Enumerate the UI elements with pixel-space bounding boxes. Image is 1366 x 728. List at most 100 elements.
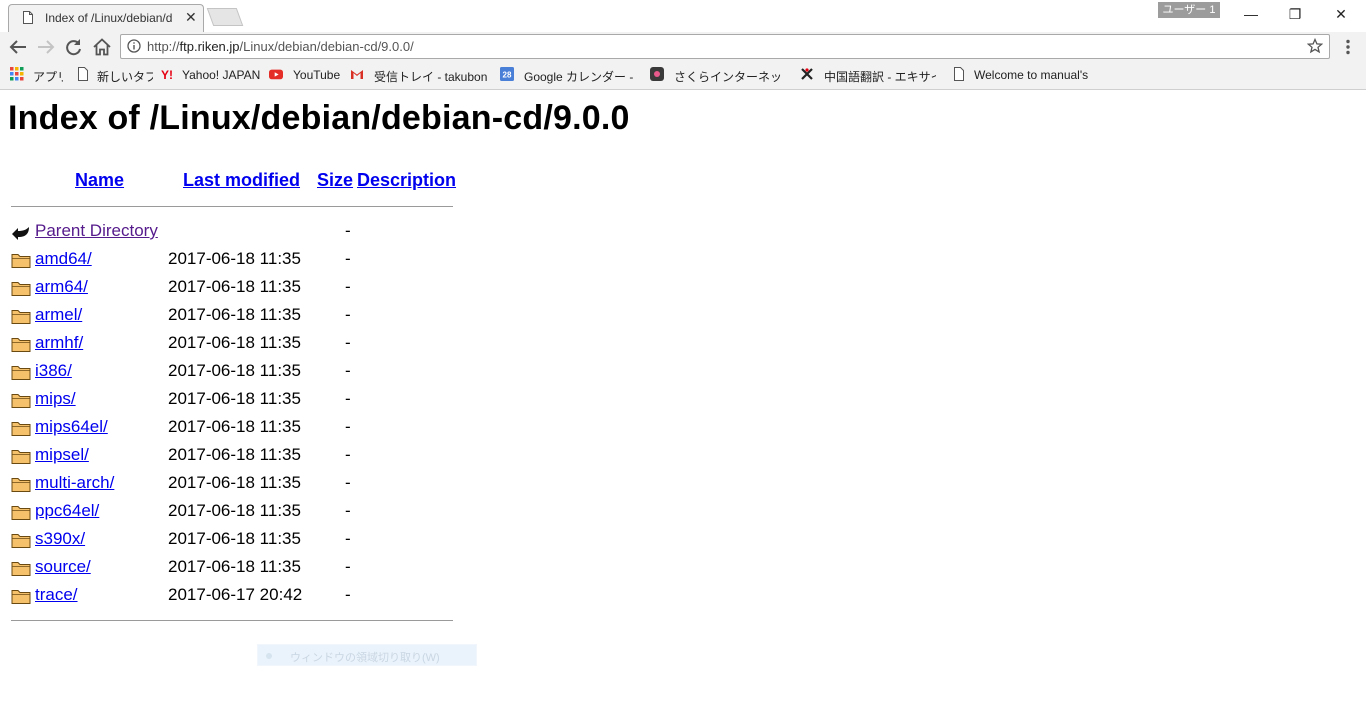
table-row: armhf/2017-06-18 11:35 - bbox=[0, 332, 460, 356]
table-row: s390x/2017-06-18 11:35 - bbox=[0, 528, 460, 552]
yahoo-icon: Y! bbox=[161, 68, 173, 81]
entry-last-modified: 2017-06-18 11:35 bbox=[168, 249, 301, 268]
column-description-header[interactable]: Description bbox=[357, 170, 456, 191]
folder-icon bbox=[11, 335, 31, 353]
entry-size: - bbox=[345, 585, 351, 604]
entry-link[interactable]: source/ bbox=[35, 557, 91, 577]
entry-last-modified: 2017-06-18 11:35 bbox=[168, 389, 301, 408]
column-name-header[interactable]: Name bbox=[75, 170, 124, 191]
divider bbox=[11, 620, 453, 621]
entry-link[interactable]: s390x/ bbox=[35, 529, 85, 549]
bookmark-manual[interactable]: Welcome to manual's bbox=[974, 68, 1088, 82]
table-row: amd64/2017-06-18 11:35 - bbox=[0, 248, 460, 272]
forward-icon[interactable] bbox=[34, 36, 58, 58]
entry-size: - bbox=[345, 277, 351, 296]
table-row: mipsel/2017-06-18 11:35 - bbox=[0, 444, 460, 468]
entry-link[interactable]: armel/ bbox=[35, 305, 82, 325]
excite-icon bbox=[801, 68, 813, 80]
bookmarks-bar: アプリ 新しいタブ Y! Yahoo! JAPAN YouTube 受信トレイ … bbox=[0, 62, 1366, 90]
table-row: armel/2017-06-18 11:35 - bbox=[0, 304, 460, 328]
folder-icon bbox=[11, 587, 31, 605]
minimize-button[interactable]: — bbox=[1228, 4, 1274, 24]
table-row: mips64el/2017-06-18 11:35 - bbox=[0, 416, 460, 440]
gmail-icon bbox=[351, 70, 363, 79]
profile-button[interactable]: ユーザー 1 bbox=[1158, 2, 1220, 18]
bookmark-apps[interactable]: アプリ bbox=[33, 68, 63, 85]
folder-icon bbox=[11, 559, 31, 577]
tab-close-icon[interactable]: ✕ bbox=[185, 9, 197, 25]
url-scheme: http:// bbox=[147, 39, 180, 54]
bookmark-excite[interactable]: 中国語翻訳 - エキサイト bbox=[824, 68, 936, 85]
entry-last-modified: 2017-06-17 20:42 bbox=[168, 585, 303, 604]
entry-link[interactable]: mipsel/ bbox=[35, 445, 89, 465]
page-title: Index of /Linux/debian/debian-cd/9.0.0 bbox=[8, 99, 630, 137]
bookmark-yahoo[interactable]: Yahoo! JAPAN bbox=[182, 68, 262, 82]
snip-tooltip: ウィンドウの領域切り取り(W) bbox=[257, 644, 477, 666]
table-row: i386/2017-06-18 11:35 - bbox=[0, 360, 460, 384]
entry-link[interactable]: armhf/ bbox=[35, 333, 83, 353]
entry-size: - bbox=[345, 249, 351, 268]
youtube-icon bbox=[269, 69, 283, 80]
bookmark-calendar[interactable]: Google カレンダー - 20 bbox=[524, 68, 634, 85]
entry-link[interactable]: multi-arch/ bbox=[35, 473, 114, 493]
entry-last-modified: 2017-06-18 11:35 bbox=[168, 501, 301, 520]
bookmark-star-icon[interactable] bbox=[1307, 38, 1323, 54]
bookmark-youtube[interactable]: YouTube bbox=[293, 68, 341, 82]
entry-link[interactable]: Parent Directory bbox=[35, 221, 158, 241]
entry-last-modified: 2017-06-18 11:35 bbox=[168, 277, 301, 296]
entry-link[interactable]: ppc64el/ bbox=[35, 501, 99, 521]
entry-last-modified: 2017-06-18 11:35 bbox=[168, 445, 301, 464]
folder-icon bbox=[11, 447, 31, 465]
sakura-icon bbox=[650, 67, 664, 81]
folder-icon bbox=[11, 307, 31, 325]
snip-dot-icon bbox=[266, 653, 272, 659]
apps-grid-icon bbox=[10, 67, 24, 81]
entry-last-modified: 2017-06-18 11:35 bbox=[168, 333, 301, 352]
browser-tab[interactable]: Index of /Linux/debian/d ✕ bbox=[8, 4, 204, 32]
info-icon[interactable] bbox=[127, 39, 141, 53]
entry-last-modified: 2017-06-18 11:35 bbox=[168, 473, 301, 492]
new-tab-button[interactable] bbox=[206, 8, 244, 26]
calendar-icon: 28 bbox=[500, 67, 514, 81]
title-bar: Index of /Linux/debian/d ✕ ユーザー 1 — ❐ ✕ bbox=[0, 0, 1366, 32]
tab-title: Index of /Linux/debian/d bbox=[45, 11, 173, 25]
toolbar: http://ftp.riken.jp/Linux/debian/debian-… bbox=[0, 32, 1366, 62]
entry-size: - bbox=[345, 529, 351, 548]
url-text[interactable]: http://ftp.riken.jp/Linux/debian/debian-… bbox=[147, 39, 414, 54]
column-last-modified-header[interactable]: Last modified bbox=[183, 170, 300, 191]
address-bar[interactable]: http://ftp.riken.jp/Linux/debian/debian-… bbox=[120, 34, 1330, 59]
bookmark-gmail[interactable]: 受信トレイ - takubonia bbox=[374, 68, 487, 85]
back-icon[interactable] bbox=[6, 36, 30, 58]
home-icon[interactable] bbox=[90, 36, 114, 58]
entry-size: - bbox=[345, 417, 351, 436]
divider bbox=[11, 206, 453, 207]
table-row: mips/2017-06-18 11:35 - bbox=[0, 388, 460, 412]
reload-icon[interactable] bbox=[62, 36, 86, 58]
menu-kebab-icon[interactable] bbox=[1340, 38, 1356, 56]
entry-link[interactable]: mips/ bbox=[35, 389, 76, 409]
bookmark-new-tab[interactable]: 新しいタブ bbox=[97, 68, 153, 85]
table-row: multi-arch/2017-06-18 11:35 - bbox=[0, 472, 460, 496]
bookmark-sakura[interactable]: さくらインターネットサーバ bbox=[674, 68, 786, 85]
close-window-button[interactable]: ✕ bbox=[1318, 4, 1364, 24]
entry-size: - bbox=[345, 557, 351, 576]
entry-link[interactable]: mips64el/ bbox=[35, 417, 108, 437]
entry-link[interactable]: trace/ bbox=[35, 585, 78, 605]
entry-link[interactable]: i386/ bbox=[35, 361, 72, 381]
snip-tooltip-text: ウィンドウの領域切り取り(W) bbox=[290, 652, 440, 664]
folder-icon bbox=[11, 531, 31, 549]
restore-button[interactable]: ❐ bbox=[1272, 4, 1318, 24]
folder-icon bbox=[11, 503, 31, 521]
url-host: ftp.riken.jp bbox=[179, 39, 240, 54]
entry-last-modified: 2017-06-18 11:35 bbox=[168, 305, 301, 324]
table-row: source/2017-06-18 11:35 - bbox=[0, 556, 460, 580]
url-path: /Linux/debian/debian-cd/9.0.0/ bbox=[239, 39, 414, 54]
svg-text:Y!: Y! bbox=[161, 68, 173, 81]
entry-size: - bbox=[345, 389, 351, 408]
page-icon bbox=[954, 67, 964, 81]
entry-link[interactable]: arm64/ bbox=[35, 277, 88, 297]
table-row: trace/2017-06-17 20:42 - bbox=[0, 584, 460, 608]
entry-link[interactable]: amd64/ bbox=[35, 249, 92, 269]
column-size-header[interactable]: Size bbox=[317, 170, 353, 191]
page-icon bbox=[23, 11, 33, 24]
